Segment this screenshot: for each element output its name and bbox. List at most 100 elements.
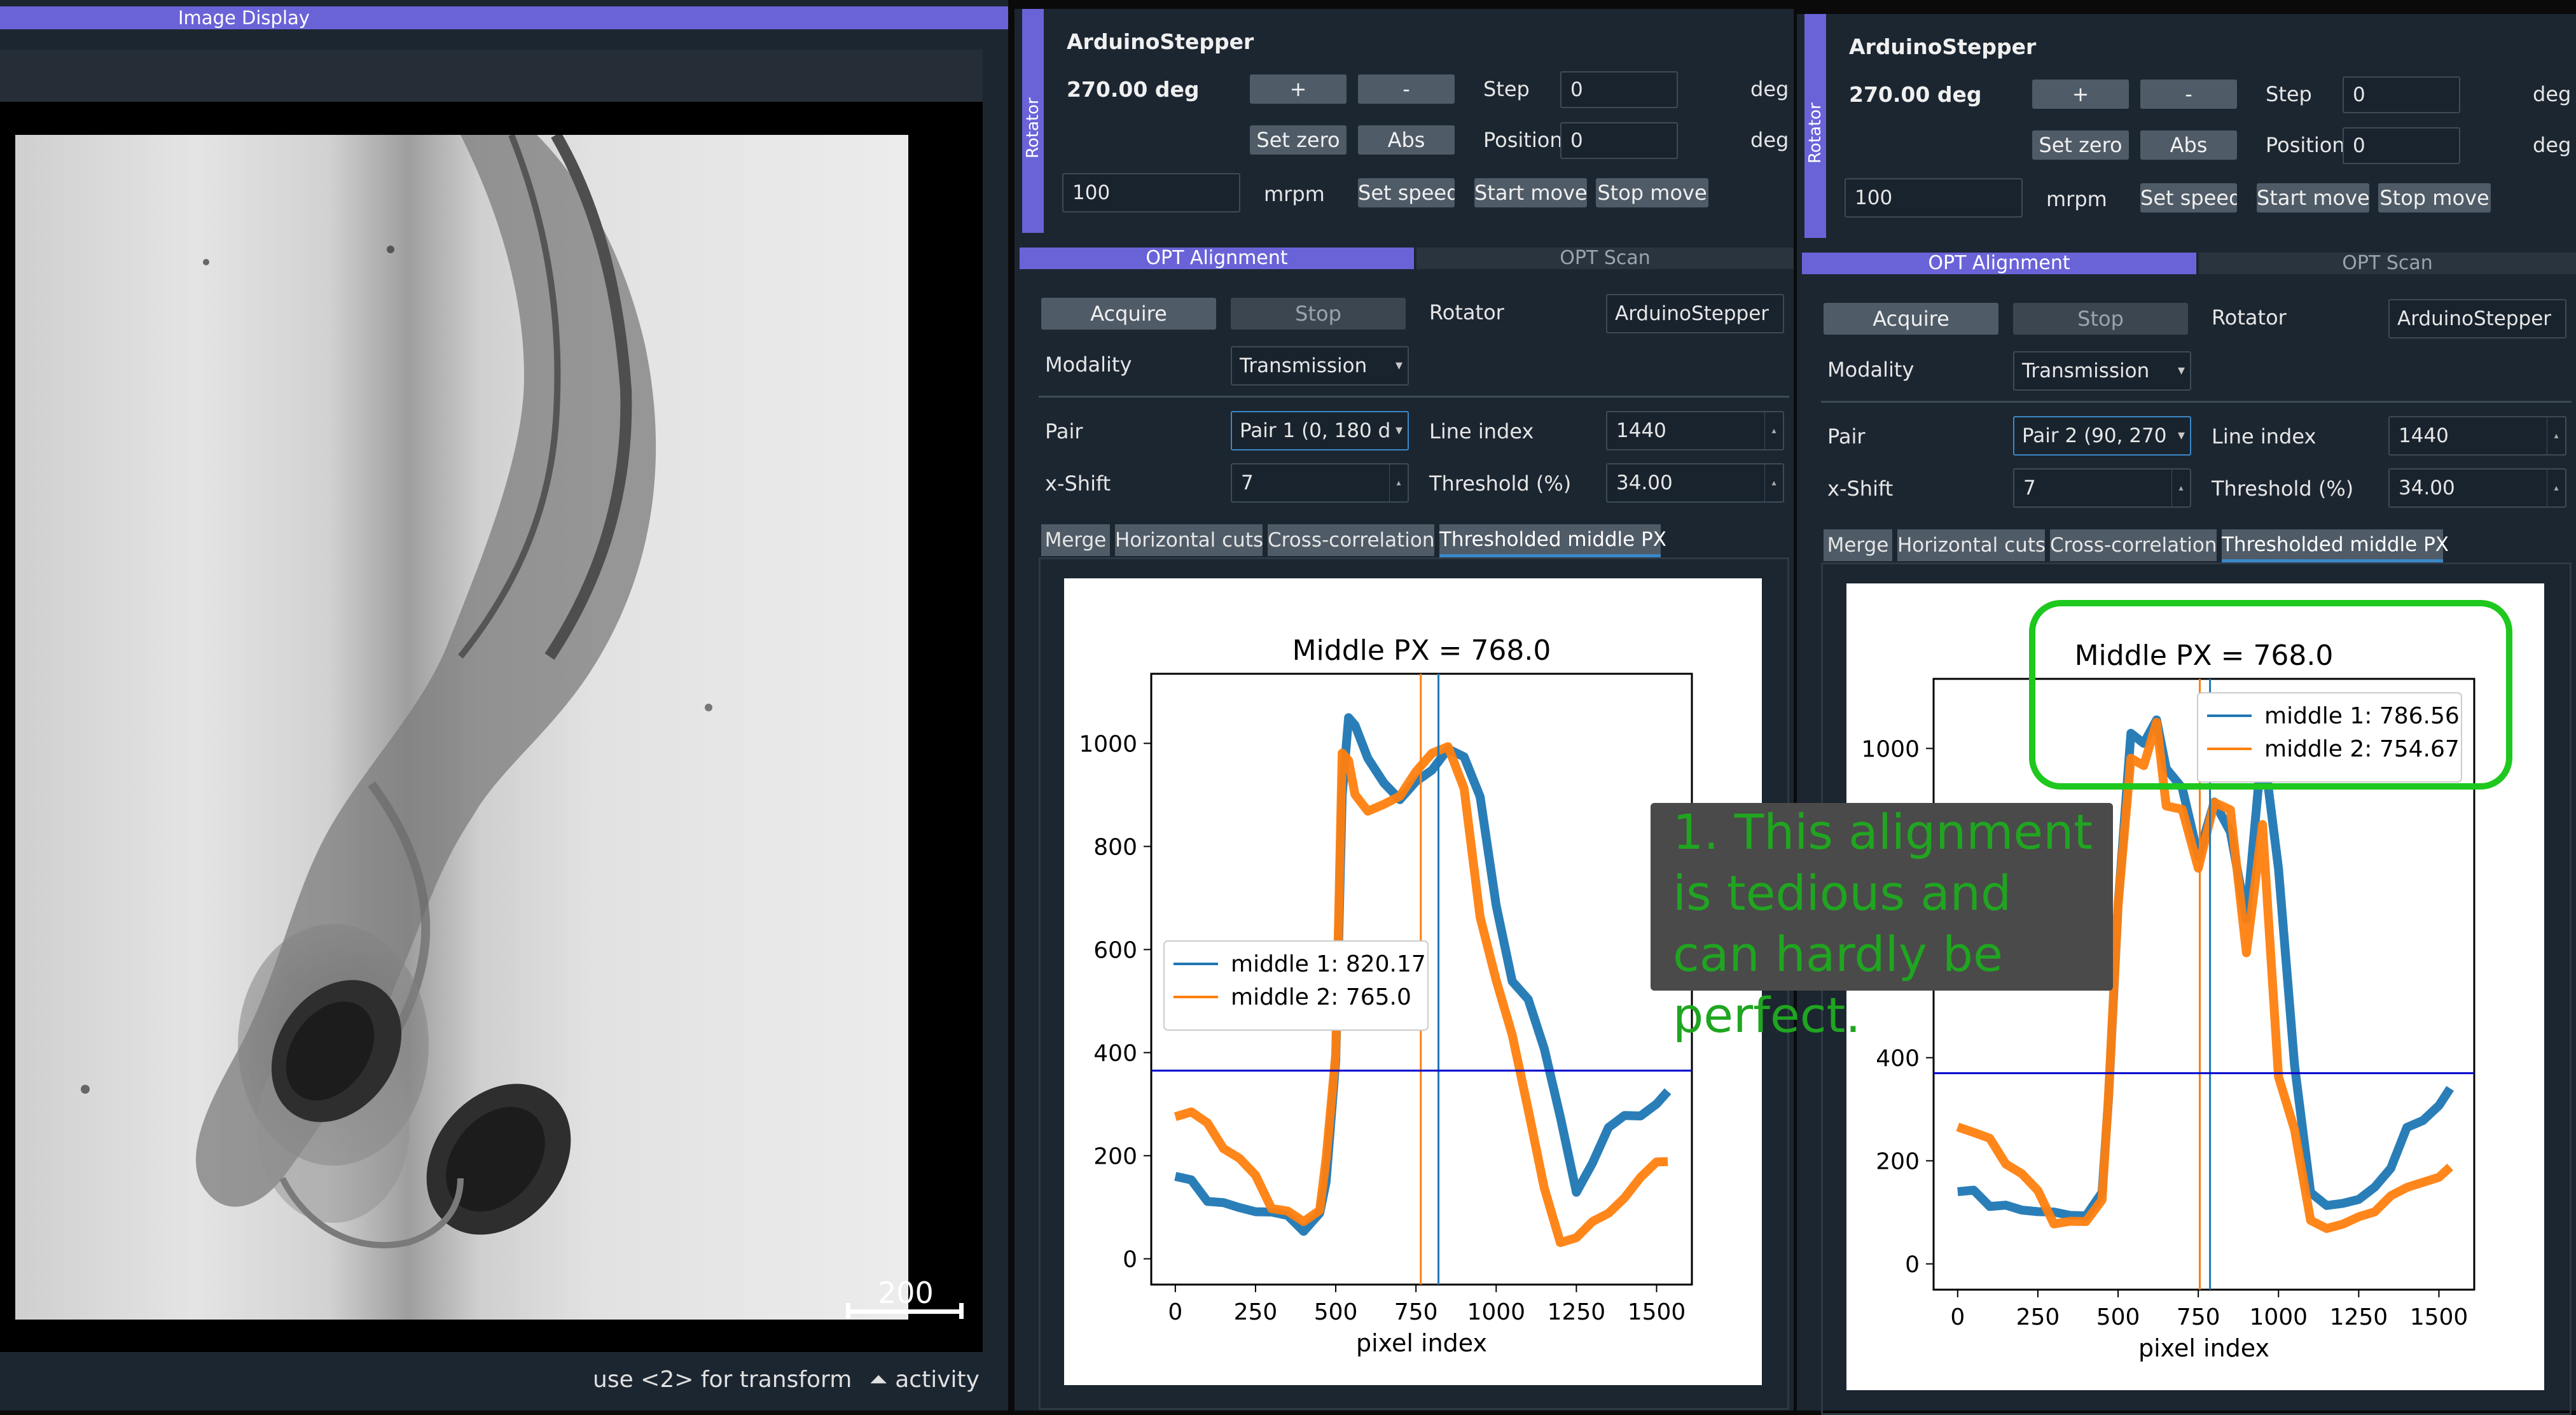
start-move-button[interactable]: Start move xyxy=(1474,178,1587,207)
step-minus-button[interactable]: - xyxy=(1358,74,1455,104)
rotator-select[interactable]: ArduinoStepper xyxy=(1606,294,1784,333)
abs-button[interactable]: Abs xyxy=(1358,125,1455,155)
activity-label: activity xyxy=(895,1367,980,1393)
y-tick-label: 0 xyxy=(1123,1246,1137,1272)
rotator-side-strip: Rotator xyxy=(1804,14,1826,238)
step-input[interactable]: 0 xyxy=(2343,76,2460,113)
stop-move-button[interactable]: Stop move xyxy=(1596,178,1708,207)
x-tick-label: 750 xyxy=(2177,1304,2220,1330)
subtab-thresholded-middle-px[interactable]: Thresholded middle PX xyxy=(1439,524,1666,557)
spin-arrows-icon[interactable]: ▴▾ xyxy=(1389,464,1408,501)
subtab-merge[interactable]: Merge xyxy=(1824,529,1892,561)
x-axis-label: pixel index xyxy=(2138,1334,2269,1362)
position-input[interactable]: 0 xyxy=(1560,122,1678,159)
line-index-spinbox[interactable]: 1440 ▴▾ xyxy=(1606,411,1784,450)
step-minus-button[interactable]: - xyxy=(2140,80,2237,109)
tab-opt-alignment[interactable]: OPT Alignment xyxy=(1020,247,1414,269)
speed-input[interactable]: 100 xyxy=(1845,178,2023,218)
position-label: Position xyxy=(1483,128,1563,152)
spin-arrows-icon[interactable]: ▴▾ xyxy=(1764,412,1783,449)
x-tick-label: 0 xyxy=(1950,1304,1965,1330)
stop-button[interactable]: Stop xyxy=(2013,303,2188,335)
threshold-spinbox[interactable]: 34.00 ▴▾ xyxy=(2388,468,2566,508)
subtab-merge[interactable]: Merge xyxy=(1041,524,1110,556)
y-tick-label: 400 xyxy=(1093,1040,1137,1066)
legend-entry: middle 1: 820.17 xyxy=(1231,951,1426,977)
set-speed-button[interactable]: Set speed xyxy=(1358,178,1455,207)
chevron-down-icon: ▾ xyxy=(1395,422,1402,438)
chevron-down-icon: ▾ xyxy=(2177,428,2185,443)
x-tick-label: 1250 xyxy=(1548,1299,1606,1325)
pair-select[interactable]: Pair 1 (0, 180 d ▾ xyxy=(1231,411,1409,450)
spin-arrows-icon[interactable]: ▴▾ xyxy=(2171,470,2190,506)
x-tick-label: 1500 xyxy=(2410,1304,2469,1330)
activity-toggle[interactable]: ⏶ activity xyxy=(869,1367,980,1393)
x-tick-label: 1250 xyxy=(2330,1304,2388,1330)
speed-unit: mrpm xyxy=(1264,182,1325,206)
scale-bar-label: 200 xyxy=(878,1276,934,1310)
image-display-title: Image Display xyxy=(0,6,1008,29)
threshold-label: Threshold (%) xyxy=(1429,471,1572,496)
x-tick-label: 750 xyxy=(1394,1299,1438,1325)
x-tick-label: 250 xyxy=(1234,1299,1278,1325)
y-tick-label: 800 xyxy=(1093,834,1137,860)
modality-select-value: Transmission xyxy=(2022,359,2150,382)
tab-opt-alignment[interactable]: OPT Alignment xyxy=(1802,253,2196,274)
set-speed-button[interactable]: Set speed xyxy=(2140,183,2237,213)
x-tick-label: 250 xyxy=(2016,1304,2060,1330)
y-tick-label: 1000 xyxy=(1079,731,1137,757)
y-tick-label: 400 xyxy=(1876,1045,1920,1071)
step-input[interactable]: 0 xyxy=(1560,71,1678,108)
xshift-spinbox[interactable]: 7 ▴▾ xyxy=(2013,468,2191,508)
chevron-down-icon: ▾ xyxy=(1395,358,1402,373)
acquire-button[interactable]: Acquire xyxy=(1824,303,1998,335)
modality-select-value: Transmission xyxy=(1240,354,1368,377)
start-move-button[interactable]: Start move xyxy=(2257,183,2369,213)
threshold-spinbox[interactable]: 34.00 ▴▾ xyxy=(1606,463,1784,503)
y-tick-label: 1000 xyxy=(1861,736,1920,762)
set-zero-button[interactable]: Set zero xyxy=(2032,130,2129,160)
position-input[interactable]: 0 xyxy=(2343,127,2460,164)
chevron-down-icon: ▾ xyxy=(2177,363,2185,379)
speed-input[interactable]: 100 xyxy=(1062,173,1240,213)
rotator-angle: 270.00 deg xyxy=(1849,82,1982,107)
spin-arrows-icon[interactable]: ▴▾ xyxy=(2547,470,2565,506)
x-tick-label: 1000 xyxy=(1467,1299,1525,1325)
tab-opt-scan[interactable]: OPT Scan xyxy=(1416,247,1794,269)
subtab-thresholded-middle-px[interactable]: Thresholded middle PX xyxy=(2222,529,2449,562)
acquire-button[interactable]: Acquire xyxy=(1041,298,1216,330)
subtab-cross-correlation[interactable]: Cross-correlation xyxy=(2050,529,2217,561)
stop-button[interactable]: Stop xyxy=(1231,298,1406,330)
rotator-select[interactable]: ArduinoStepper xyxy=(2388,299,2566,338)
modality-select[interactable]: Transmission ▾ xyxy=(1231,346,1409,386)
line-index-value: 1440 xyxy=(2399,424,2449,447)
xshift-label: x-Shift xyxy=(1827,477,1894,501)
rotator-label: Rotator xyxy=(2212,305,2287,330)
rotator-angle: 270.00 deg xyxy=(1067,77,1200,102)
subtab-cross-correlation[interactable]: Cross-correlation xyxy=(1268,524,1435,556)
subtab-horizontal-cuts[interactable]: Horizontal cuts xyxy=(1897,529,2046,561)
line-index-spinbox[interactable]: 1440 ▴▾ xyxy=(2388,416,2566,456)
threshold-value: 34.00 xyxy=(2399,477,2455,499)
step-plus-button[interactable]: + xyxy=(2032,80,2129,109)
stop-move-button[interactable]: Stop move xyxy=(2378,183,2491,213)
subtab-horizontal-cuts[interactable]: Horizontal cuts xyxy=(1115,524,1263,556)
xshift-label: x-Shift xyxy=(1045,471,1111,496)
threshold-label: Threshold (%) xyxy=(2212,477,2354,501)
tab-opt-scan[interactable]: OPT Scan xyxy=(2199,253,2576,274)
x-tick-label: 1000 xyxy=(2249,1304,2308,1330)
x-tick-label: 500 xyxy=(1314,1299,1358,1325)
xshift-spinbox[interactable]: 7 ▴▾ xyxy=(1231,463,1409,503)
set-zero-button[interactable]: Set zero xyxy=(1250,125,1347,155)
y-tick-label: 600 xyxy=(1093,937,1137,963)
spin-arrows-icon[interactable]: ▴▾ xyxy=(2547,417,2565,454)
step-plus-button[interactable]: + xyxy=(1250,74,1347,104)
scale-bar-tick xyxy=(959,1303,964,1319)
abs-button[interactable]: Abs xyxy=(2140,130,2237,160)
rotator-label: Rotator xyxy=(1429,300,1504,324)
pair-select[interactable]: Pair 2 (90, 270 ▾ xyxy=(2013,416,2191,456)
y-tick-label: 200 xyxy=(1093,1143,1137,1169)
modality-select[interactable]: Transmission ▾ xyxy=(2013,351,2191,391)
spin-arrows-icon[interactable]: ▴▾ xyxy=(1764,464,1783,501)
specimen-image xyxy=(15,135,908,1320)
